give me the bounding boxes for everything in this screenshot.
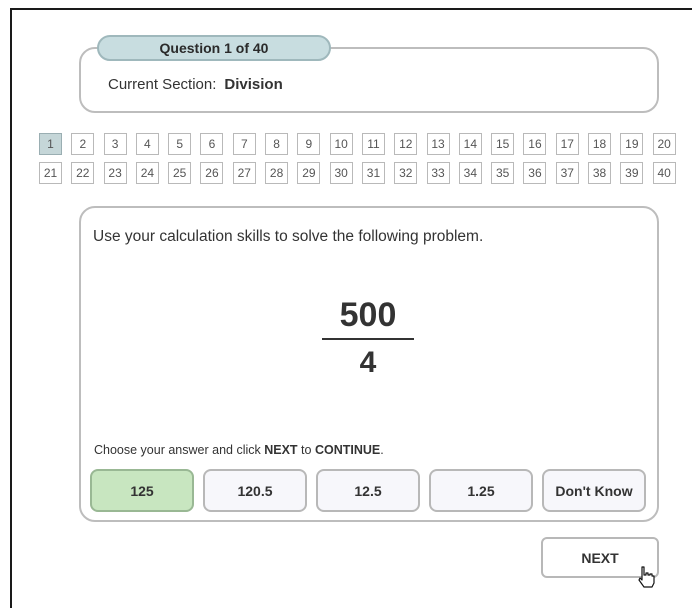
question-number-8[interactable]: 8 <box>265 133 289 155</box>
current-section: Current Section: Division <box>108 76 283 93</box>
question-number-11[interactable]: 11 <box>361 133 385 155</box>
question-number-3[interactable]: 3 <box>103 133 127 155</box>
question-number-23[interactable]: 23 <box>103 162 127 184</box>
question-number-30[interactable]: 30 <box>329 162 353 184</box>
question-number-21[interactable]: 21 <box>39 162 62 184</box>
prompt-text-1: Choose your answer and click <box>94 443 265 457</box>
question-number-25[interactable]: 25 <box>168 162 192 184</box>
answer-instructions: Choose your answer and click NEXT to CON… <box>94 443 384 457</box>
question-number-2[interactable]: 2 <box>71 133 95 155</box>
question-number-26[interactable]: 26 <box>200 162 224 184</box>
answer-option-3[interactable]: 12.5 <box>316 469 420 512</box>
question-number-1[interactable]: 1 <box>39 133 62 155</box>
question-counter: Question 1 of 40 <box>97 35 331 61</box>
question-number-12[interactable]: 12 <box>394 133 418 155</box>
answer-option-1[interactable]: 125 <box>90 469 194 512</box>
prompt-continue-word: CONTINUE <box>314 443 381 457</box>
question-number-40[interactable]: 40 <box>652 162 676 184</box>
prompt-text-2: to <box>297 443 315 457</box>
question-number-4[interactable]: 4 <box>135 133 159 155</box>
question-number-17[interactable]: 17 <box>555 133 579 155</box>
question-number-18[interactable]: 18 <box>588 133 612 155</box>
question-number-16[interactable]: 16 <box>523 133 547 155</box>
numerator: 500 <box>339 296 397 334</box>
question-number-37[interactable]: 37 <box>555 162 579 184</box>
question-number-27[interactable]: 27 <box>232 162 256 184</box>
question-number-34[interactable]: 34 <box>458 162 482 184</box>
prompt-text-3: . <box>380 443 384 457</box>
question-number-28[interactable]: 28 <box>265 162 289 184</box>
question-number-10[interactable]: 10 <box>329 133 353 155</box>
question-number-38[interactable]: 38 <box>588 162 612 184</box>
question-number-5[interactable]: 5 <box>168 133 192 155</box>
question-navigator: 1 2 3 4 5 6 7 8 9 10 11 12 13 14 15 16 17 18 19 20 21 22 23 24 2… <box>39 133 676 184</box>
section-label: Current Section: <box>108 76 217 93</box>
question-number-15[interactable]: 15 <box>491 133 515 155</box>
question-number-33[interactable]: 33 <box>426 162 450 184</box>
question-number-36[interactable]: 36 <box>523 162 547 184</box>
answer-option-4[interactable]: 1.25 <box>429 469 533 512</box>
answer-option-5[interactable]: Don't Know <box>542 469 646 512</box>
answer-option-2[interactable]: 120.5 <box>203 469 307 512</box>
prompt-next-word: NEXT <box>264 443 298 457</box>
question-number-6[interactable]: 6 <box>200 133 224 155</box>
question-number-19[interactable]: 19 <box>620 133 644 155</box>
section-value: Division <box>224 76 283 93</box>
question-number-20[interactable]: 20 <box>652 133 676 155</box>
fraction-problem: 500 4 <box>322 296 414 380</box>
denominator: 4 <box>359 346 377 379</box>
question-number-31[interactable]: 31 <box>361 162 385 184</box>
question-number-7[interactable]: 7 <box>232 133 256 155</box>
question-instruction: Use your calculation skills to solve the… <box>93 228 484 245</box>
fraction-bar <box>322 338 414 340</box>
question-number-24[interactable]: 24 <box>135 162 159 184</box>
question-number-29[interactable]: 29 <box>297 162 321 184</box>
question-number-35[interactable]: 35 <box>491 162 515 184</box>
question-number-32[interactable]: 32 <box>394 162 418 184</box>
question-number-22[interactable]: 22 <box>71 162 95 184</box>
question-number-9[interactable]: 9 <box>297 133 321 155</box>
question-number-13[interactable]: 13 <box>426 133 450 155</box>
question-number-39[interactable]: 39 <box>620 162 644 184</box>
hand-pointer-icon <box>638 566 655 588</box>
answer-options: 125 120.5 12.5 1.25 Don't Know <box>90 469 646 512</box>
question-number-14[interactable]: 14 <box>458 133 482 155</box>
